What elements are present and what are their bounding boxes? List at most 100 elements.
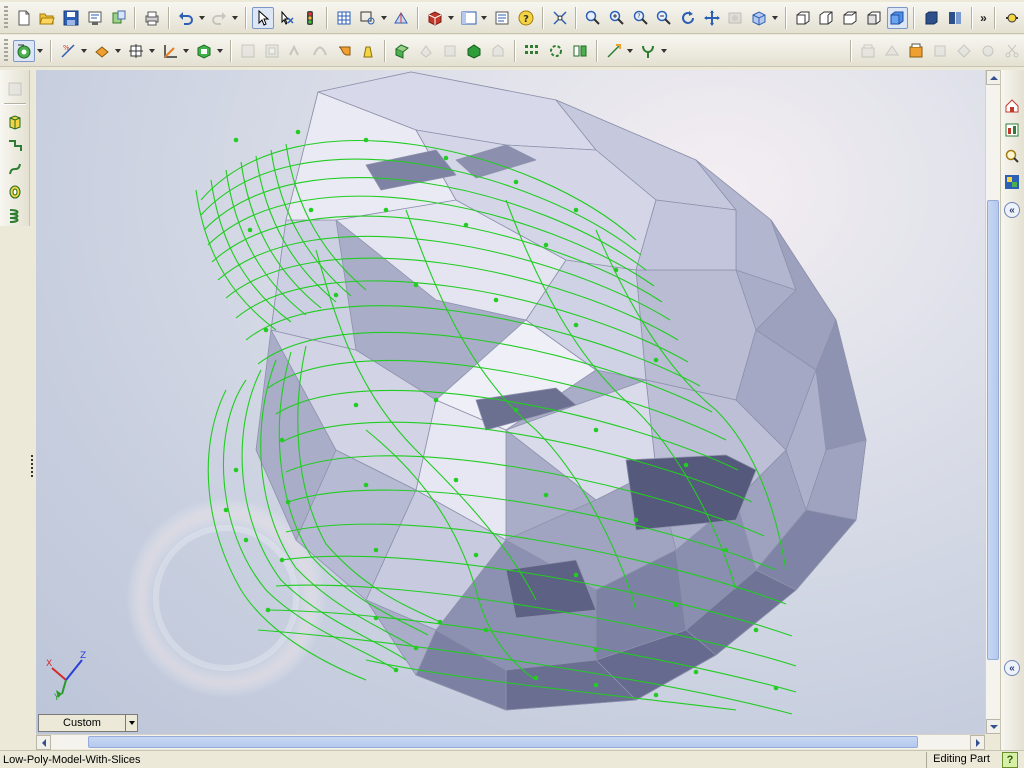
surface-dropdown-arrow[interactable]	[114, 40, 122, 62]
smart-tools-icon[interactable]	[637, 40, 659, 62]
dome-icon[interactable]	[357, 40, 379, 62]
expand-panel-chevron-icon[interactable]: «	[1004, 202, 1020, 218]
right-view-icon[interactable]	[839, 7, 861, 29]
resources-home-icon[interactable]	[1002, 96, 1022, 116]
print-icon[interactable]	[141, 7, 163, 29]
fillet-icon[interactable]	[193, 40, 215, 62]
design-library-icon[interactable]	[1002, 120, 1022, 140]
extrude-icon[interactable]	[391, 40, 413, 62]
feature-dropdown-arrow[interactable]	[447, 7, 455, 29]
smart-fastener-icon[interactable]	[1001, 7, 1023, 29]
vertical-scrollbar[interactable]	[985, 70, 1001, 734]
boss-icon[interactable]	[463, 40, 485, 62]
horizontal-scroll-thumb[interactable]	[88, 736, 918, 748]
svg-text:?: ?	[637, 13, 640, 20]
extruded-boss-icon[interactable]	[4, 111, 26, 132]
scroll-left-button[interactable]	[36, 735, 51, 750]
svg-text:?: ?	[523, 14, 529, 25]
select-pointer-icon[interactable]	[252, 6, 274, 29]
scroll-down-button[interactable]	[986, 719, 1001, 734]
redo-icon	[209, 7, 231, 29]
rotate-view-icon[interactable]	[677, 7, 699, 29]
zoom-to-selection-icon[interactable]: ?	[630, 7, 652, 29]
open-folder-icon[interactable]	[37, 7, 59, 29]
rebuild-traffic-light-icon[interactable]	[300, 7, 322, 29]
vertical-scroll-thumb[interactable]	[987, 200, 999, 660]
layout-icon[interactable]	[458, 7, 480, 29]
curves-icon[interactable]	[125, 40, 147, 62]
display-state-dropdown-arrow[interactable]	[125, 715, 137, 731]
help-icon[interactable]: ?	[1002, 751, 1018, 768]
zoom-to-area-icon[interactable]	[582, 7, 604, 29]
dimension-dropdown-arrow[interactable]	[626, 40, 634, 62]
selection-filter-icon[interactable]	[276, 7, 298, 29]
drawing-icon[interactable]	[905, 40, 927, 62]
spline-icon[interactable]	[4, 158, 26, 179]
3d-sketch-icon[interactable]	[391, 7, 413, 29]
reference-geometry-icon[interactable]: %	[57, 40, 79, 62]
perspective-icon[interactable]	[920, 7, 942, 29]
grid-icon[interactable]	[333, 7, 355, 29]
shadow-icon[interactable]	[944, 7, 966, 29]
smart-tools-dropdown-arrow[interactable]	[660, 40, 668, 62]
undo-icon[interactable]	[175, 7, 197, 29]
splitter-handle[interactable]	[31, 455, 35, 477]
print-preview-icon[interactable]	[84, 7, 106, 29]
instant-3d-icon[interactable]	[159, 40, 181, 62]
coil-icon[interactable]	[4, 205, 26, 226]
linear-pattern-icon[interactable]	[521, 40, 543, 62]
curves-dropdown-arrow[interactable]	[148, 40, 156, 62]
feature-box-icon[interactable]	[424, 7, 446, 29]
display-style-dropdown-arrow[interactable]	[36, 40, 44, 62]
toolbar-separator	[3, 103, 26, 106]
save-icon[interactable]	[60, 7, 82, 29]
loft-icon[interactable]	[333, 40, 355, 62]
mirror-icon[interactable]	[569, 40, 591, 62]
section-view-icon[interactable]	[748, 7, 770, 29]
toolbar-separator	[913, 6, 916, 29]
help-question-icon[interactable]: ?	[515, 7, 537, 29]
features-toolbar: %	[0, 35, 1024, 67]
circular-pattern-icon[interactable]	[545, 40, 567, 62]
scroll-right-button[interactable]	[970, 735, 985, 750]
display-state-combobox[interactable]: Custom	[38, 714, 138, 732]
display-style-icon[interactable]	[13, 39, 35, 62]
instant-3d-dropdown-arrow[interactable]	[182, 40, 190, 62]
sketch-tools-dropdown-arrow[interactable]	[380, 7, 388, 29]
layout-dropdown-arrow[interactable]	[480, 7, 488, 29]
toolbar-grip[interactable]	[4, 5, 8, 30]
zoom-out-icon[interactable]	[653, 7, 675, 29]
shaded-view-icon[interactable]	[886, 6, 909, 29]
svg-text:Z: Z	[80, 651, 86, 661]
options-icon[interactable]	[108, 7, 130, 29]
file-explorer-icon[interactable]	[1002, 146, 1022, 166]
back-view-icon[interactable]	[815, 7, 837, 29]
toolbar-overflow-chevron[interactable]: »	[977, 7, 991, 29]
zoom-in-out-icon[interactable]	[606, 7, 628, 29]
graphics-viewport[interactable]: X Z Y Custom	[36, 70, 985, 734]
isometric-view-icon[interactable]	[863, 7, 885, 29]
toolbar-separator	[514, 39, 516, 62]
dimension-icon[interactable]	[603, 40, 625, 62]
surface-icon[interactable]	[91, 40, 113, 62]
expand-panel-chevron-icon[interactable]: «	[1004, 660, 1020, 676]
new-document-icon[interactable]	[13, 7, 35, 29]
pan-icon[interactable]	[701, 7, 723, 29]
properties-list-icon[interactable]	[491, 7, 513, 29]
section-view-dropdown-arrow[interactable]	[771, 7, 779, 29]
toolbar-grip[interactable]	[4, 38, 8, 63]
helix-icon[interactable]	[4, 181, 26, 202]
toolbar-separator	[417, 6, 420, 29]
horizontal-scrollbar[interactable]	[36, 734, 985, 750]
front-view-icon[interactable]	[792, 7, 814, 29]
scroll-up-button[interactable]	[986, 70, 1001, 85]
3d-model-view[interactable]: X Z Y	[36, 70, 985, 734]
view-palette-icon[interactable]	[1002, 172, 1022, 192]
zoom-to-fit-icon[interactable]	[549, 7, 571, 29]
reference-geometry-dropdown-arrow[interactable]	[80, 40, 88, 62]
sketch-tools-icon[interactable]	[357, 7, 379, 29]
fillet-dropdown-arrow[interactable]	[216, 40, 224, 62]
undo-dropdown-arrow[interactable]	[198, 7, 206, 29]
sketch-path-icon[interactable]	[4, 135, 26, 156]
render-icon	[725, 7, 747, 29]
